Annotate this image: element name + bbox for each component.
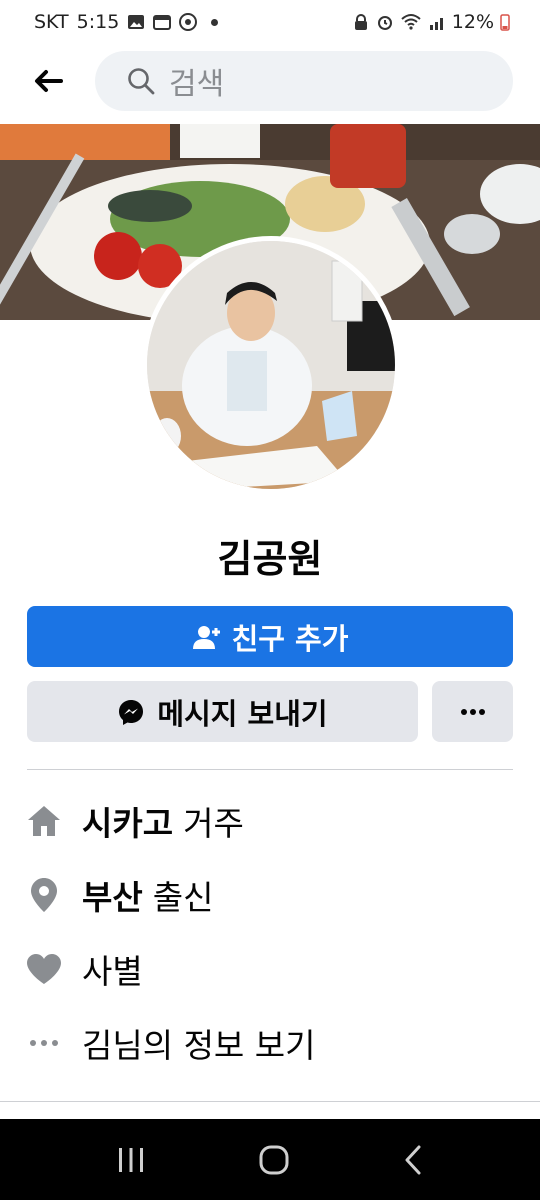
- gallery-icon: [128, 15, 145, 29]
- info-from: 부산 출신: [26, 870, 516, 920]
- chrome-icon: [179, 13, 198, 31]
- more-options-button[interactable]: [432, 681, 513, 742]
- home-icon: [28, 806, 60, 836]
- carrier-label: SKT: [34, 11, 69, 33]
- more-dots-icon: [30, 1040, 58, 1046]
- alarm-icon: [377, 16, 392, 30]
- notification-dot-icon: [211, 18, 219, 26]
- add-friend-button[interactable]: 친구 추가: [27, 606, 513, 667]
- signal-icon: [429, 18, 443, 30]
- avatar-image: [147, 241, 395, 489]
- send-message-button[interactable]: 메시지 보내기: [27, 681, 418, 742]
- more-dots-icon: [460, 708, 485, 715]
- profile-picture[interactable]: [142, 236, 400, 494]
- info-lives-in: 시카고 거주: [26, 796, 516, 846]
- back-button[interactable]: [20, 53, 76, 109]
- send-message-label: 메시지 보내기: [157, 696, 328, 731]
- calendar-icon: [153, 15, 172, 30]
- battery-percent: 12%: [451, 11, 494, 33]
- heart-icon: [27, 954, 61, 984]
- section-divider: [27, 769, 513, 770]
- add-friend-icon: [192, 625, 220, 649]
- home-button-icon[interactable]: [258, 1144, 290, 1176]
- search-placeholder: 검색: [169, 67, 225, 102]
- location-pin-icon: [31, 878, 57, 912]
- wifi-icon: [401, 14, 421, 30]
- status-bar: SKT 5:15 12%: [0, 0, 540, 44]
- see-about-info-link[interactable]: 김님의 정보 보기: [26, 1018, 516, 1068]
- section-divider: [0, 1101, 540, 1102]
- battery-icon: [500, 14, 510, 31]
- add-friend-label: 친구 추가: [231, 621, 349, 656]
- relationship-status: 사별: [82, 952, 143, 991]
- top-bar: 검색: [0, 48, 540, 114]
- lock-icon: [354, 14, 367, 30]
- system-nav-bar: [0, 1119, 540, 1200]
- lives-in-suffix: 거주: [183, 804, 244, 843]
- recent-apps-icon[interactable]: [116, 1146, 146, 1174]
- clock: 5:15: [76, 11, 120, 33]
- back-nav-icon[interactable]: [402, 1144, 424, 1176]
- search-icon: [128, 68, 155, 95]
- from-place[interactable]: 부산: [82, 871, 143, 919]
- profile-name: 김공원: [217, 537, 323, 581]
- search-input[interactable]: 검색: [95, 51, 513, 111]
- back-arrow-icon: [35, 70, 63, 92]
- from-suffix: 출신: [152, 878, 214, 917]
- lives-in-place[interactable]: 시카고: [82, 797, 173, 845]
- info-relationship: 사별: [26, 944, 516, 994]
- messenger-icon: [119, 699, 144, 725]
- see-about-info-label: 김님의 정보 보기: [82, 1026, 316, 1065]
